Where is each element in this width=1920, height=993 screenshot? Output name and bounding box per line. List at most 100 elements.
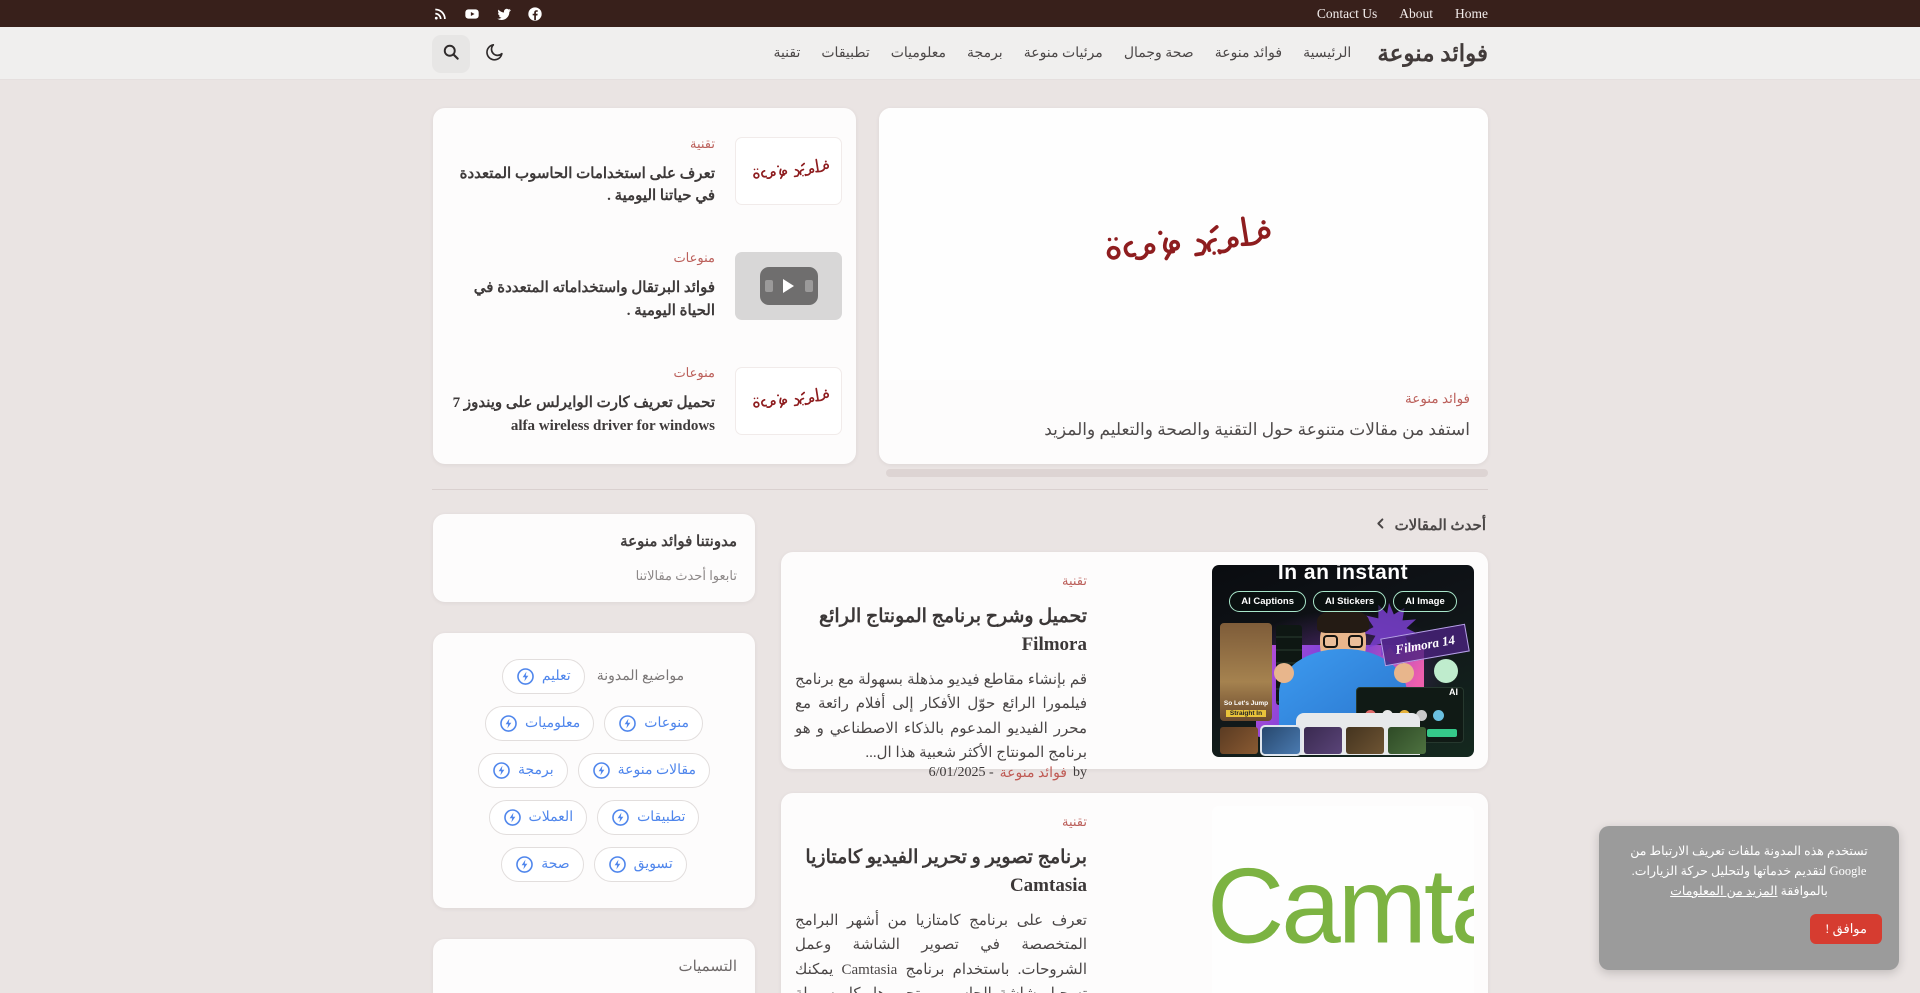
author-link[interactable]: فوائد منوعة: [1000, 765, 1067, 782]
latest-posts-heading[interactable]: أحدث المقالات: [783, 516, 1486, 535]
labels-widget-title: التسميات: [451, 957, 737, 976]
youtube-icon[interactable]: [463, 6, 481, 22]
moon-icon: [484, 41, 506, 66]
thumb-caption: Straight In: [1226, 710, 1266, 717]
post-card-camtasia[interactable]: Camta تقنية برنامج تصوير و تحرير الفيديو…: [781, 793, 1488, 993]
site-title[interactable]: فوائد منوعة: [1377, 41, 1488, 67]
post-title[interactable]: تحميل وشرح برنامج المونتاج الرائع Filmor…: [795, 603, 1087, 658]
post-excerpt: قم بإنشاء مقاطع فيديو مذهلة بسهولة مع بر…: [795, 668, 1087, 765]
post-date: - 6/01/2025: [929, 765, 994, 782]
calligraphy-image: [745, 386, 833, 415]
post-category-link[interactable]: تقنية: [795, 573, 1087, 589]
bolt-icon: [592, 761, 611, 780]
main-content: فوائد منوعة استفد من مقالات متنوعة حول ا…: [432, 108, 1488, 993]
bolt-icon: [515, 855, 534, 874]
topbar-link-about[interactable]: About: [1399, 6, 1433, 22]
post-thumbnail-filmora[interactable]: So Let's Jump Straight In Filmora 14: [1212, 565, 1474, 757]
video-player-thumbnail: [735, 252, 842, 320]
tag-label: معلوميات: [525, 715, 580, 732]
labels-widget: التسميات تقنية تعليم فوائد منوعة: [433, 939, 755, 993]
scrollbar-thumb[interactable]: [886, 469, 1488, 477]
tag-pill[interactable]: برمجة: [478, 753, 568, 788]
main-nav: الرئيسية فوائد منوعة صحة وجمال مرئيات من…: [773, 45, 1351, 62]
bolt-icon: [611, 808, 630, 827]
thumb-headline: In an instant: [1212, 565, 1474, 585]
chevron-left-icon: [1374, 517, 1387, 535]
social-links: [432, 6, 543, 22]
post-excerpt: تعرف على برنامج كامتازيا من أشهر البرامج…: [795, 909, 1087, 993]
tag-pill[interactable]: العملات: [489, 800, 588, 835]
nav-item-tech[interactable]: تقنية: [773, 45, 800, 62]
bolt-icon: [492, 761, 511, 780]
bolt-icon: [608, 855, 627, 874]
nav-item-benefits[interactable]: فوائد منوعة: [1215, 45, 1282, 62]
facebook-icon[interactable]: [527, 6, 543, 22]
nav-item-informatics[interactable]: معلوميات: [891, 45, 946, 62]
bolt-icon: [618, 714, 637, 733]
topics-widget-title: مواضيع المدونة: [597, 668, 684, 685]
ticker-title[interactable]: تعرف على استخدامات الحاسوب المتعددة في ح…: [447, 163, 715, 208]
horizontal-scrollbar[interactable]: [432, 469, 1488, 477]
cookie-accept-button[interactable]: موافق !: [1810, 914, 1882, 944]
tag-label: صحة: [541, 856, 569, 873]
nav-item-health[interactable]: صحة وجمال: [1124, 45, 1194, 62]
ticker-item[interactable]: منوعات فوائد البرتقال واستخداماته المتعد…: [447, 249, 842, 322]
site-header: فوائد منوعة الرئيسية فوائد منوعة صحة وجم…: [0, 27, 1920, 80]
ticker-title[interactable]: فوائد البرتقال واستخداماته المتعددة في ا…: [447, 277, 715, 322]
about-widget-link[interactable]: تابعوا أحدث مقالاتنا: [451, 568, 737, 584]
tag-label: مقالات منوعة: [618, 762, 696, 779]
nav-item-home[interactable]: الرئيسية: [1303, 45, 1351, 62]
post-thumbnail-camtasia[interactable]: Camta: [1212, 806, 1474, 993]
thumb-caption: So Let's Jump: [1220, 700, 1272, 707]
post-title[interactable]: برنامج تصوير و تحرير الفيديو كامتازيا Ca…: [795, 844, 1087, 899]
search-button[interactable]: [432, 35, 470, 73]
post-card-filmora[interactable]: So Let's Jump Straight In Filmora 14: [781, 552, 1488, 769]
featured-post-title[interactable]: استفد من مقالات متنوعة حول التقنية والصح…: [897, 420, 1470, 440]
tag-label: برمجة: [518, 762, 554, 779]
nav-item-apps[interactable]: تطبيقات: [821, 45, 869, 62]
bolt-icon: [516, 667, 535, 686]
tag-pill[interactable]: تسويق: [594, 847, 687, 882]
dark-mode-toggle[interactable]: [476, 35, 514, 73]
cookie-more-info-link[interactable]: المزيد من المعلومات: [1670, 884, 1777, 898]
ticker-title-english: alfa wireless driver for windows: [511, 418, 715, 434]
tag-label: تسويق: [634, 856, 673, 873]
tag-pill[interactable]: تطبيقات: [597, 800, 699, 835]
featured-post-card[interactable]: فوائد منوعة استفد من مقالات متنوعة حول ا…: [879, 108, 1488, 464]
rss-icon[interactable]: [432, 6, 448, 22]
ai-stickers-pill: AI Stickers: [1313, 591, 1386, 612]
twitter-icon[interactable]: [496, 6, 512, 22]
sidebar: مدونتنا فوائد منوعة تابعوا أحدث مقالاتنا…: [433, 514, 755, 993]
ticker-item[interactable]: منوعات تحميل تعريف كارت الوايرلس على وين…: [447, 364, 842, 437]
ticker-thumbnail: [735, 137, 842, 205]
ticker-category[interactable]: منوعات: [673, 250, 715, 266]
ticker-thumbnail: [735, 367, 842, 435]
topbar-nav: Contact Us About Home: [1317, 6, 1488, 22]
section-divider: [432, 489, 1488, 490]
calligraphy-image: [745, 157, 833, 186]
ticker-category[interactable]: تقنية: [690, 136, 715, 152]
tag-pill[interactable]: مقالات منوعة: [578, 753, 710, 788]
ticker-title[interactable]: تحميل تعريف كارت الوايرلس على ويندوز 7 a…: [447, 392, 715, 437]
cookie-message: تستخدم هذه المدونة ملفات تعريف الارتباط …: [1616, 841, 1882, 901]
bolt-icon: [503, 808, 522, 827]
ticker-item[interactable]: تقنية تعرف على استخدامات الحاسوب المتعدد…: [447, 135, 842, 208]
nav-item-videos[interactable]: مرئيات منوعة: [1024, 45, 1103, 62]
tag-label: تطبيقات: [637, 809, 685, 826]
tag-pill[interactable]: منوعات: [604, 706, 703, 741]
cookie-consent-popup: تستخدم هذه المدونة ملفات تعريف الارتباط …: [1599, 826, 1899, 970]
ai-label: AI: [1449, 687, 1458, 697]
about-widget-title: مدونتنا فوائد منوعة: [451, 532, 737, 551]
post-category-link[interactable]: تقنية: [795, 814, 1087, 830]
ticker-card: تقنية تعرف على استخدامات الحاسوب المتعدد…: [433, 108, 856, 464]
featured-category-link[interactable]: فوائد منوعة: [1405, 391, 1470, 407]
tag-label: تعليم: [542, 668, 571, 685]
nav-item-programming[interactable]: برمجة: [967, 45, 1003, 62]
tag-pill[interactable]: تعليم: [502, 659, 585, 694]
tag-pill[interactable]: صحة: [501, 847, 583, 882]
tag-pill[interactable]: معلوميات: [485, 706, 594, 741]
topbar-link-contact[interactable]: Contact Us: [1317, 6, 1377, 22]
ticker-category[interactable]: منوعات: [673, 365, 715, 381]
topbar-link-home[interactable]: Home: [1455, 6, 1488, 22]
about-widget: مدونتنا فوائد منوعة تابعوا أحدث مقالاتنا: [433, 514, 755, 602]
